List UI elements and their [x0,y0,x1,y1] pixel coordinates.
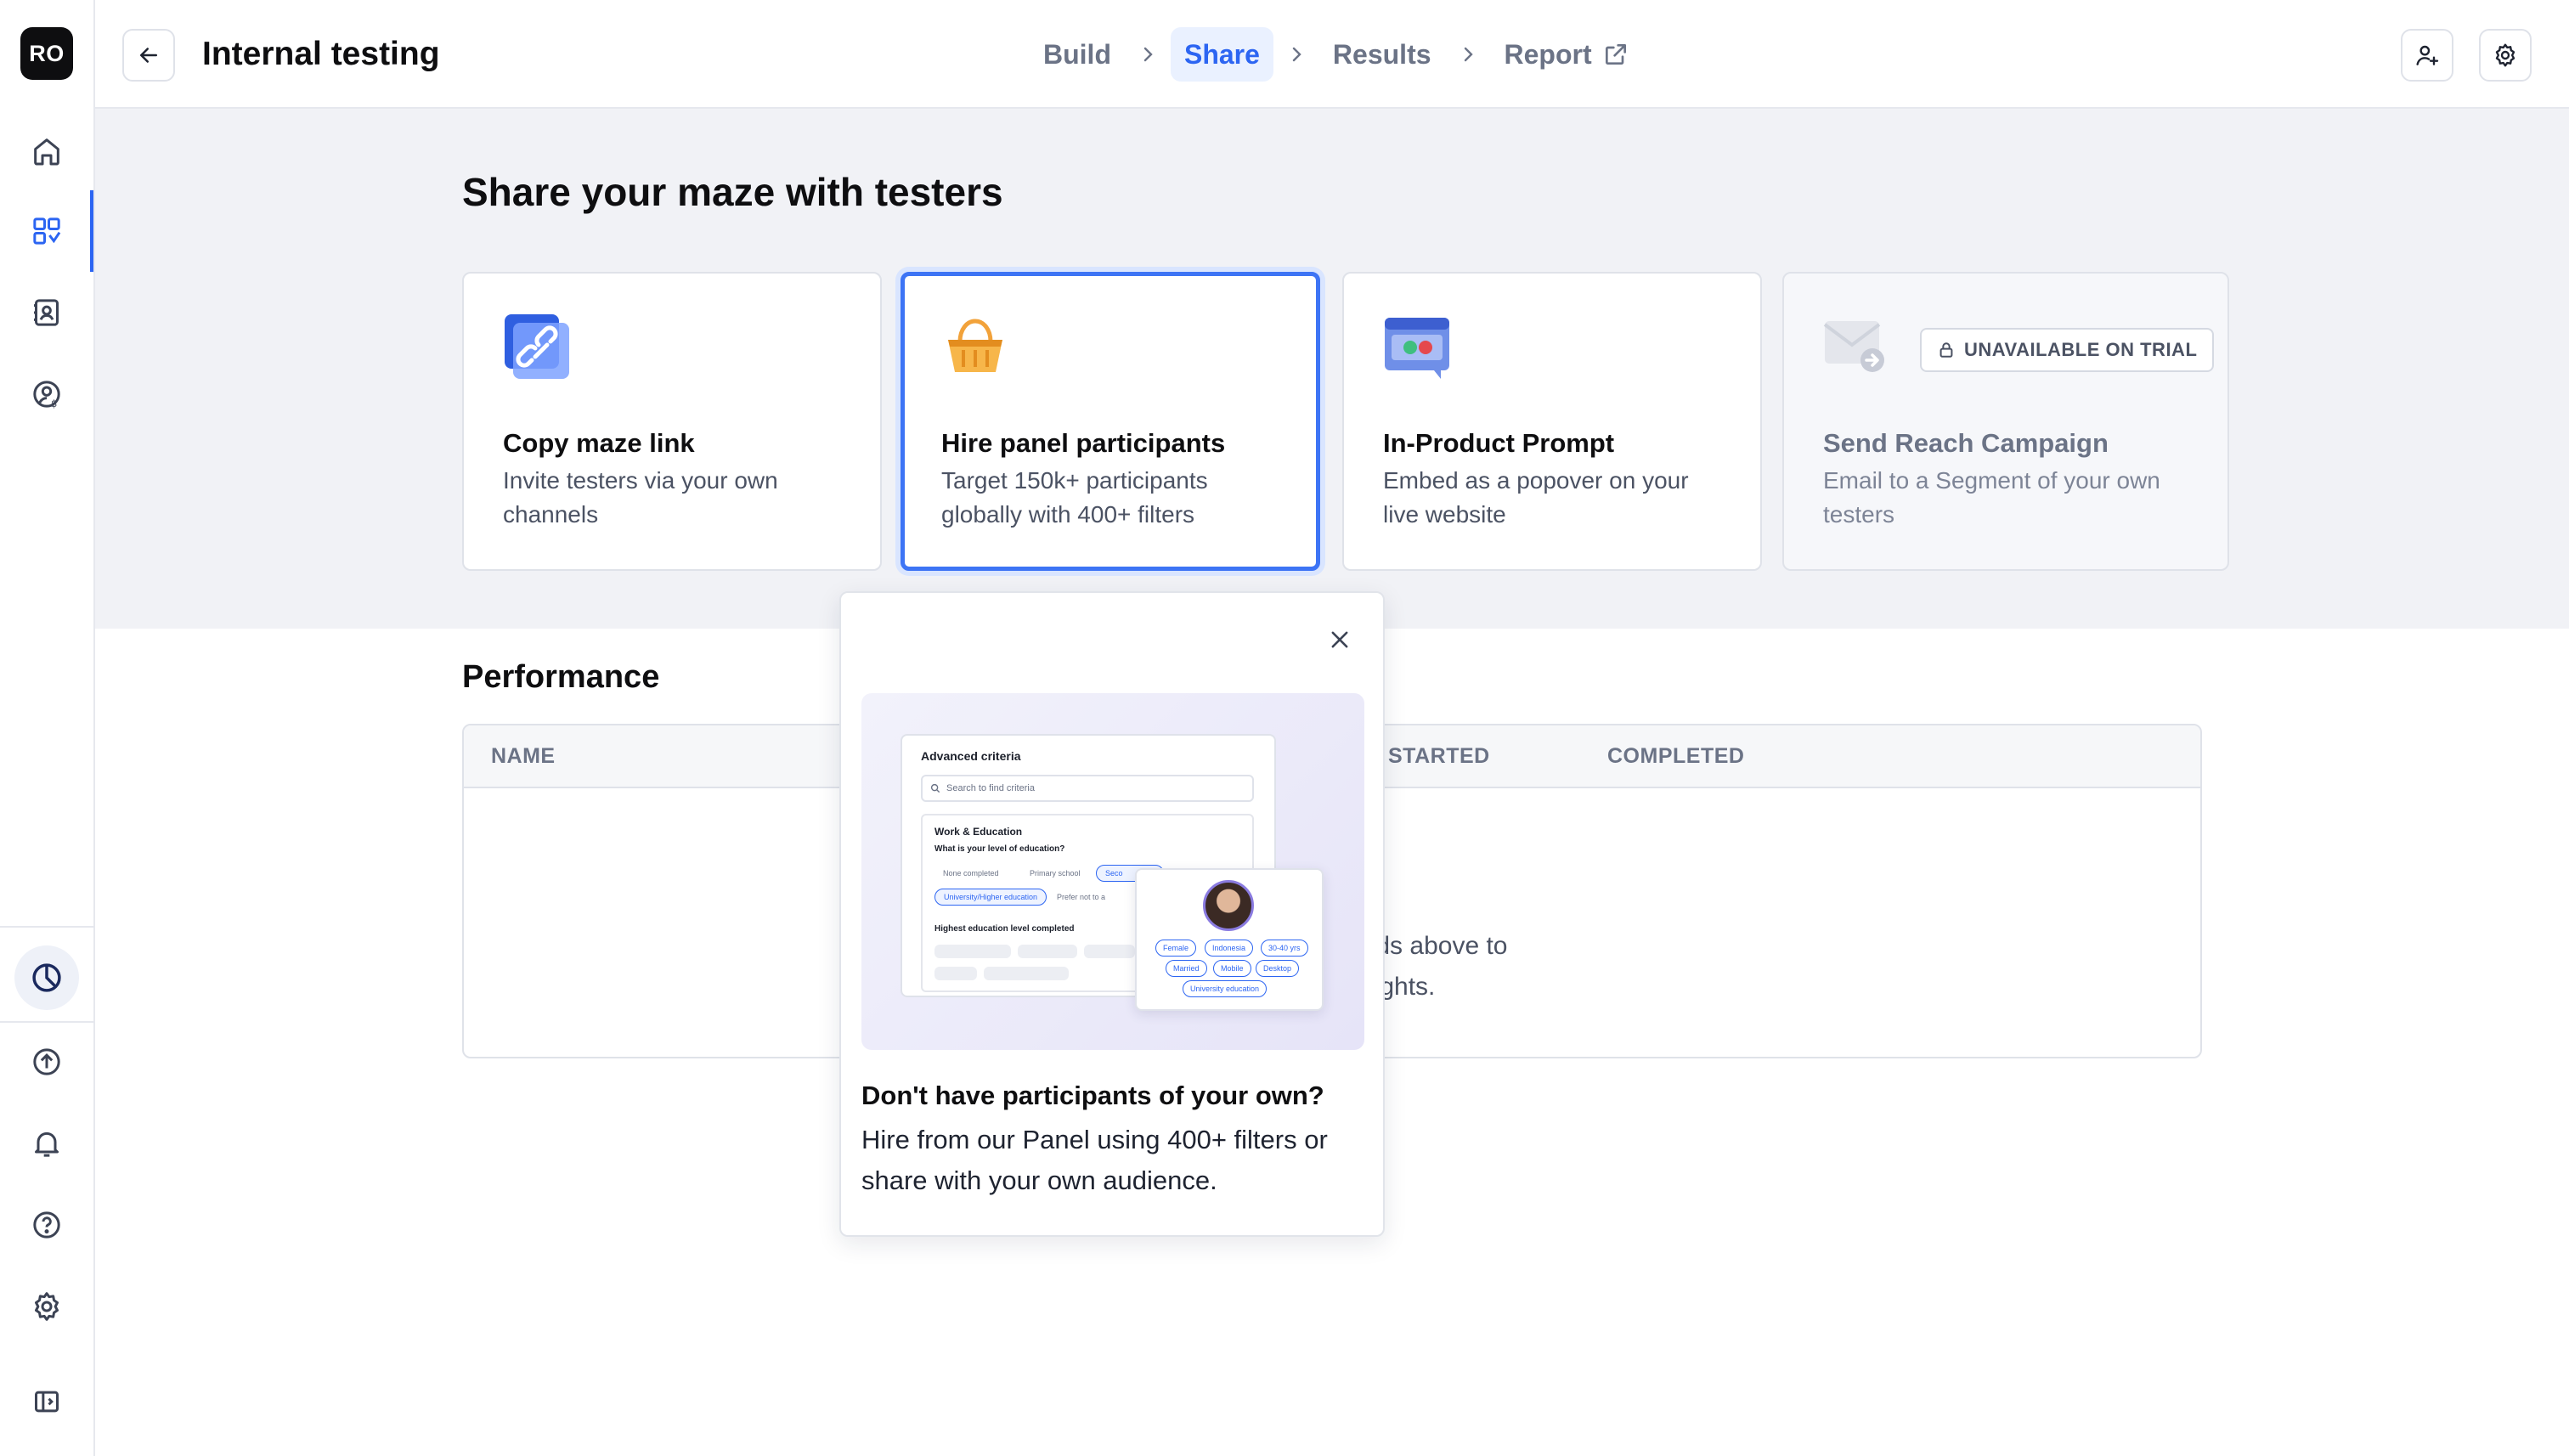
unavailable-on-trial-badge: UNAVAILABLE ON TRIAL [1920,328,2215,372]
card-description: Email to a Segment of your own testers [1823,467,2160,528]
illustration-question: Highest education level completed [934,924,1075,934]
in-product-prompt-card[interactable]: In-Product Prompt Embed as a popover on … [1342,272,1762,571]
close-icon [1331,631,1348,648]
card-description: Target 150k+ participants globally with … [941,467,1208,528]
home-icon[interactable] [23,127,71,175]
step-report-label: Report [1504,38,1592,70]
chevron-right-icon [1125,44,1171,65]
email-icon [1823,321,1884,372]
step-navigation: Build Share Results Report [1030,27,1643,82]
add-user-icon [2416,45,2439,65]
empty-state-line: nods above to [1347,932,1508,960]
sidebar: RO $ [0,0,95,1456]
illustration-search: Search to find criteria [921,775,1254,802]
send-reach-campaign-card: UNAVAILABLE ON TRIAL Send Reach Campaign… [1782,272,2229,571]
column-name: NAME [491,744,556,768]
basket-icon [948,319,1002,372]
bell-icon[interactable] [23,1120,71,1167]
card-title: In-Product Prompt [1383,428,1615,458]
chevron-right-icon [1445,44,1491,65]
profile-tag: Indonesia [1205,940,1254,957]
prompt-icon [1385,318,1449,379]
illustration-search-placeholder: Search to find criteria [946,783,1035,793]
collapse-sidebar-icon[interactable] [23,1378,71,1425]
step-report[interactable]: Report [1491,27,1643,82]
step-build[interactable]: Build [1030,27,1125,82]
svg-text:$: $ [51,398,57,409]
back-button[interactable] [122,29,175,82]
illustration-placeholder-bar [934,967,977,980]
usage-icon[interactable] [14,945,79,1010]
help-icon[interactable] [23,1201,71,1249]
profile-tag: Mobile [1213,960,1251,977]
illustration-chip: Primary school [1030,869,1081,878]
step-share[interactable]: Share [1170,27,1273,82]
badge-label: UNAVAILABLE ON TRIAL [1964,339,2198,360]
column-started: STARTED [1388,744,1490,768]
card-title: Hire panel participants [941,428,1226,458]
profile-tag: 30-40 yrs [1261,940,1308,957]
active-nav-indicator [90,190,93,272]
profile-tag: Female [1155,940,1197,957]
contacts-icon[interactable] [23,289,71,336]
panel-illustration: Advanced criteria Search to find criteri… [861,693,1364,1050]
profile-tag: Desktop [1256,960,1300,977]
profile-tag: Married [1166,960,1207,977]
illustration-chip: Prefer not to a [1057,893,1106,901]
illustration-chip: University/Higher education [934,889,1047,906]
illustration-question: What is your level of education? [934,844,1065,854]
settings-icon[interactable] [23,1283,71,1330]
popover-title: Don't have participants of your own? [861,1081,1324,1110]
workspace-logo[interactable]: RO [20,27,73,80]
top-header: Internal testing Build Share Results Rep… [95,0,2569,109]
page-title: Internal testing [202,36,440,72]
link-icon [505,314,569,379]
empty-state-message: nods above to nsights. [1347,926,1823,1007]
share-title: Share your maze with testers [462,170,1003,214]
step-results[interactable]: Results [1319,27,1445,82]
illustration-placeholder-bar [1018,945,1077,958]
copy-maze-link-card[interactable]: Copy maze link Invite testers via your o… [462,272,882,571]
column-completed: COMPLETED [1607,744,1745,768]
sidebar-divider [0,926,93,928]
illustration-section-title: Work & Education [934,826,1023,838]
performance-title: Performance [462,659,660,695]
card-title: Copy maze link [503,428,695,458]
search-icon [930,783,940,793]
illustration-placeholder-bar [934,945,1011,958]
profile-tag: University education [1183,980,1268,997]
close-popover-button[interactable] [1318,618,1361,661]
popover-body: Hire from our Panel using 400+ filters o… [861,1125,1328,1195]
participant-profile-card: Female Indonesia 30-40 yrs Married Mobil… [1135,868,1324,1011]
illustration-chip: None completed [943,869,999,878]
invite-user-button[interactable] [2401,29,2453,82]
illustration-placeholder-bar [984,967,1069,980]
empty-state-line: nsights. [1347,973,1436,1001]
avatar [1203,880,1254,931]
panel-icon[interactable]: $ [23,370,71,418]
card-description: Invite testers via your own channels [503,467,778,528]
maze-settings-button[interactable] [2479,29,2532,82]
sidebar-divider [0,1021,93,1023]
card-description: Embed as a popover on your live website [1383,467,1689,528]
lock-icon [1939,342,1953,358]
illustration-panel-title: Advanced criteria [921,749,1021,763]
external-link-icon [1605,44,1626,65]
hire-panel-participants-card[interactable]: Hire panel participants Target 150k+ par… [901,272,1320,571]
arrow-left-icon [140,48,157,63]
panel-info-popover: Advanced criteria Search to find criteri… [839,591,1385,1237]
card-title: Send Reach Campaign [1823,428,2109,458]
gear-icon [2495,43,2515,67]
chevron-right-icon [1273,44,1319,65]
upgrade-icon[interactable] [23,1038,71,1086]
illustration-placeholder-bar [1084,945,1135,958]
mazes-icon[interactable] [23,207,71,255]
